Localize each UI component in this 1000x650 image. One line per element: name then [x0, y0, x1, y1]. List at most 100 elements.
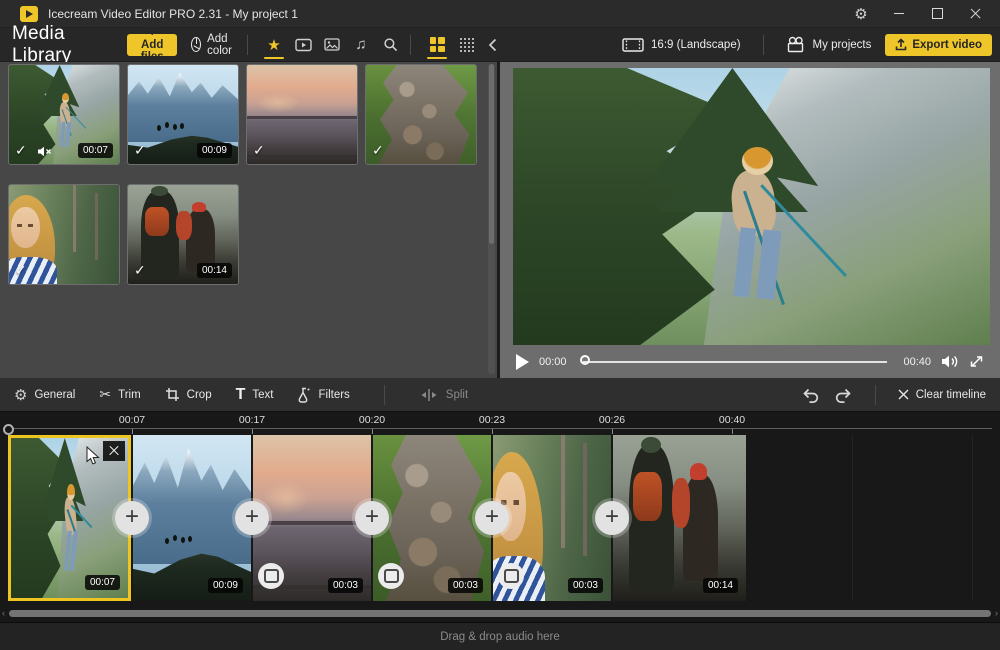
seek-slider[interactable] [583, 361, 888, 363]
tab-videos-icon[interactable] [293, 33, 313, 57]
timeline-ruler[interactable]: 00:07 00:17 00:20 00:23 00:26 00:40 [0, 412, 1000, 435]
audio-drop-hint: Drag & drop audio here [440, 631, 560, 643]
muted-audio-icon [37, 146, 52, 157]
library-item[interactable] [246, 64, 358, 165]
tool-crop[interactable]: Crop [165, 387, 212, 402]
media-library-panel: 00:07 00:09 [0, 62, 497, 378]
upload-icon [895, 38, 907, 51]
collapse-panel-chevron-icon[interactable] [488, 38, 497, 52]
tab-audio-music-icon[interactable] [351, 33, 371, 57]
undo-icon[interactable] [801, 387, 821, 403]
scissors-icon [99, 386, 111, 403]
settings-gear-icon[interactable] [846, 2, 876, 26]
tab-images-icon[interactable] [322, 33, 342, 57]
scroll-right-arrow-icon[interactable]: › [995, 608, 998, 618]
scroll-left-arrow-icon[interactable]: ‹ [2, 608, 5, 618]
library-item[interactable]: 00:07 [8, 64, 120, 165]
clip-duration-badge: 00:09 [208, 578, 243, 593]
audio-drop-zone[interactable]: Drag & drop audio here [0, 622, 1000, 650]
clip-duration-badge: 00:03 [568, 578, 603, 593]
aspect-ratio-button[interactable]: 16:9 (Landscape) [622, 38, 741, 52]
film-frame-icon [622, 38, 644, 52]
text-icon: T [236, 387, 246, 403]
color-wheel-icon [191, 37, 201, 52]
timeline-clip-selected[interactable]: 00:07 [8, 435, 131, 601]
ruler-label: 00:17 [239, 414, 265, 426]
crop-icon [165, 387, 180, 402]
library-item[interactable] [365, 64, 477, 165]
tool-split[interactable]: Split [419, 387, 468, 403]
ruler-label: 00:40 [719, 414, 745, 426]
add-transition-plus-button[interactable] [475, 501, 509, 535]
clip-duration-badge: 00:03 [328, 578, 363, 593]
mouse-cursor [86, 446, 103, 466]
check-icon [15, 142, 27, 160]
clear-timeline-button[interactable]: Clear timeline [898, 389, 986, 401]
transition-icon[interactable] [378, 563, 404, 589]
timeline-clip[interactable]: 00:03 [253, 435, 371, 601]
remove-clip-button[interactable] [103, 441, 125, 461]
tool-trim[interactable]: Trim [99, 386, 140, 403]
transition-icon[interactable] [258, 563, 284, 589]
clear-x-icon [898, 389, 909, 400]
filters-flask-icon [297, 387, 311, 403]
gear-icon [14, 386, 27, 404]
add-transition-plus-button[interactable] [235, 501, 269, 535]
add-transition-plus-button[interactable] [595, 501, 629, 535]
add-transition-plus-button[interactable] [115, 501, 149, 535]
grid-large-view-icon[interactable] [427, 33, 447, 57]
add-transition-plus-button[interactable] [355, 501, 389, 535]
fullscreen-icon[interactable] [969, 354, 984, 369]
timeline-clip[interactable]: 00:14 [613, 435, 746, 601]
library-scrollbar[interactable] [488, 64, 495, 374]
ruler-label: 00:20 [359, 414, 385, 426]
minimize-button[interactable] [884, 2, 914, 26]
tool-general[interactable]: General [14, 386, 75, 404]
clip-duration-badge: 00:14 [703, 578, 738, 593]
timeline-track: 00:07 00:09 00:03 00:03 00:03 [0, 435, 1000, 605]
app-logo-play-icon [20, 6, 38, 22]
ruler-label: 00:07 [119, 414, 145, 426]
library-item[interactable] [8, 184, 120, 285]
playhead-icon[interactable] [3, 424, 14, 435]
grid-small-view-icon[interactable] [456, 33, 476, 57]
timeline-scrollbar-row: ‹ › [0, 605, 1000, 622]
duration-badge: 00:14 [197, 263, 232, 278]
ruler-label: 00:26 [599, 414, 625, 426]
check-icon [134, 262, 146, 280]
total-time: 00:40 [903, 356, 931, 368]
timeline-clip[interactable]: 00:03 [373, 435, 491, 601]
library-item[interactable]: 00:09 [127, 64, 239, 165]
play-button[interactable] [516, 354, 529, 370]
tool-filters[interactable]: Filters [297, 387, 349, 403]
timeline-clip[interactable]: 00:09 [133, 435, 251, 601]
library-item[interactable]: 00:14 [127, 184, 239, 285]
player-controls: 00:00 00:40 [500, 345, 1000, 378]
movie-camera-icon [786, 36, 806, 53]
elapsed-time: 00:00 [539, 356, 567, 368]
check-icon [372, 142, 384, 160]
timeline-clip[interactable]: 00:03 [493, 435, 611, 601]
add-color-button[interactable]: Add color [191, 33, 237, 57]
timeline-scrollbar[interactable] [9, 610, 991, 617]
clip-duration-badge: 00:07 [85, 575, 120, 590]
redo-icon[interactable] [833, 387, 853, 403]
clip-duration-badge: 00:03 [448, 578, 483, 593]
tool-text[interactable]: T Text [236, 387, 274, 403]
tab-favorites-star-icon[interactable] [264, 33, 284, 57]
transition-icon[interactable] [498, 563, 524, 589]
edit-toolbar: General Trim Crop T Text Filters Split [0, 378, 1000, 412]
add-files-button[interactable]: + Add files [127, 34, 177, 56]
export-video-button[interactable]: Export video [885, 34, 992, 56]
ruler-label: 00:23 [479, 414, 505, 426]
check-icon [15, 262, 27, 280]
video-preview[interactable] [513, 68, 990, 345]
close-button[interactable] [960, 2, 990, 26]
maximize-button[interactable] [922, 2, 952, 26]
preview-player: 00:00 00:40 [500, 62, 1000, 378]
seek-handle[interactable] [580, 355, 590, 365]
search-icon[interactable] [380, 33, 400, 57]
volume-icon[interactable] [941, 354, 959, 369]
library-header: Media Library + Add files Add color [0, 28, 497, 61]
my-projects-button[interactable]: My projects [786, 36, 872, 53]
